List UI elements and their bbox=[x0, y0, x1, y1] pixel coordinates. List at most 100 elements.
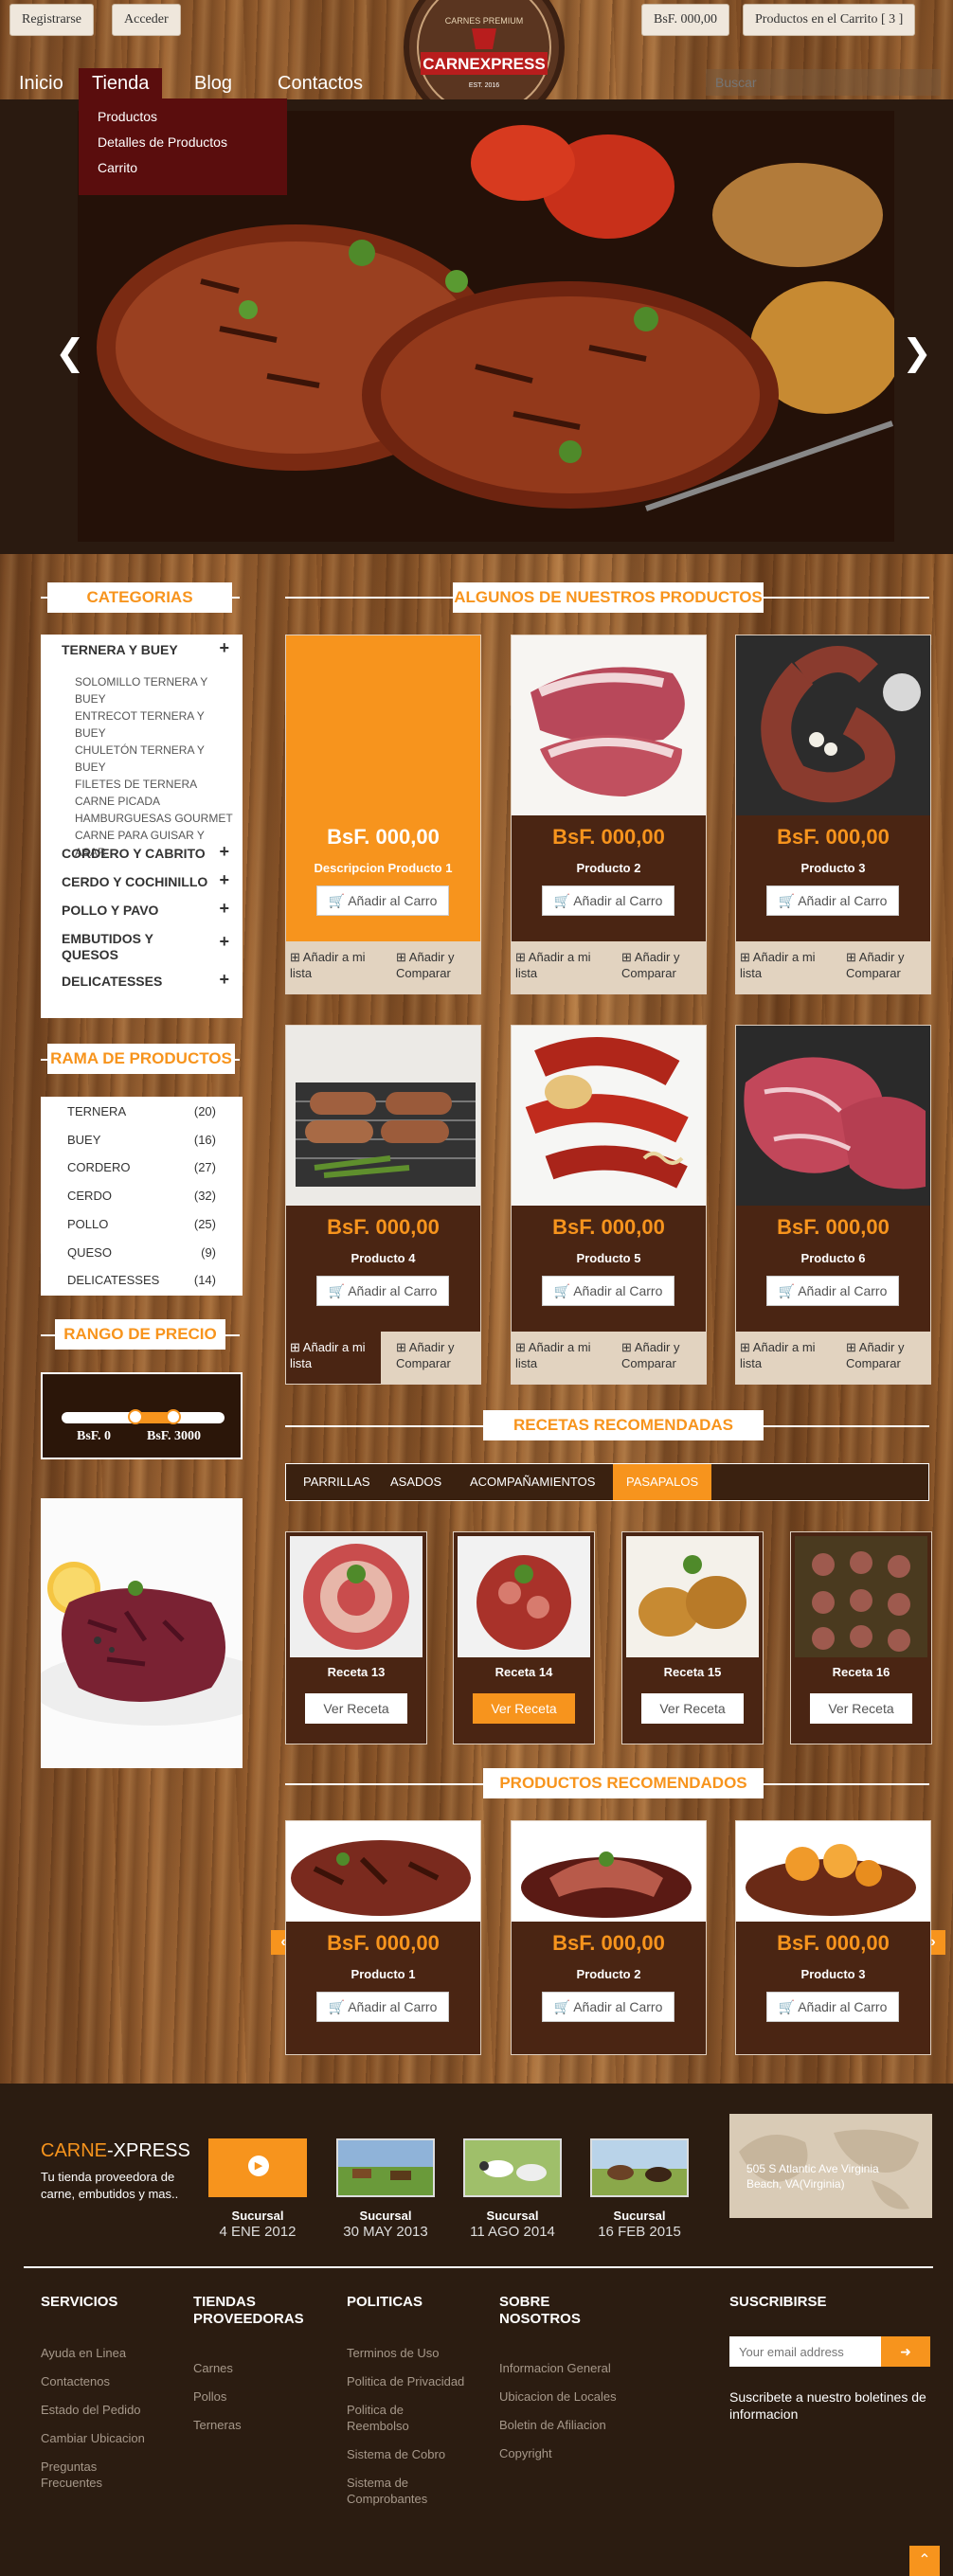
footer-link[interactable]: Sistema de Comprobantes bbox=[347, 2475, 432, 2507]
chevron-left-icon[interactable]: ❮ bbox=[55, 331, 85, 373]
nav-item-contactos[interactable]: Contactos bbox=[278, 68, 363, 98]
cart-total[interactable]: BsF. 000,00 bbox=[641, 4, 729, 36]
footer-link[interactable]: Informacion General bbox=[499, 2360, 641, 2376]
footer-link[interactable]: Terneras bbox=[193, 2417, 326, 2433]
recipe-name[interactable]: Receta 15 bbox=[622, 1665, 763, 1679]
product-card[interactable]: BsF. 000,00 Producto 2 🛒 Añadir al Carro… bbox=[511, 635, 707, 994]
recipe-name[interactable]: Receta 14 bbox=[454, 1665, 594, 1679]
dropdown-item-detalles[interactable]: Detalles de Productos bbox=[79, 130, 287, 155]
plus-icon[interactable]: + bbox=[219, 899, 229, 919]
subcategory-item[interactable]: CARNE PICADA bbox=[75, 793, 236, 810]
sidebar-promo-image[interactable] bbox=[41, 1498, 243, 1768]
product-image[interactable] bbox=[512, 1026, 706, 1206]
footer-link[interactable]: Pollos bbox=[193, 2388, 326, 2405]
footer-link[interactable]: Preguntas Frecuentes bbox=[41, 2459, 135, 2491]
recipe-image[interactable] bbox=[458, 1536, 590, 1657]
branch-video[interactable]: ▶ bbox=[208, 2138, 307, 2197]
product-image[interactable] bbox=[736, 1026, 930, 1206]
plus-icon[interactable]: + bbox=[219, 870, 229, 890]
recipe-card[interactable]: Receta 16 Ver Receta bbox=[790, 1531, 932, 1744]
add-to-list-button[interactable]: ⊞ Añadir a mi lista bbox=[286, 949, 381, 981]
cart-button[interactable]: Productos en el Carrito [ 3 ] bbox=[743, 4, 916, 36]
product-image[interactable] bbox=[512, 1821, 706, 1922]
add-to-cart-button[interactable]: 🛒 Añadir al Carro bbox=[766, 1992, 899, 2022]
add-to-cart-button[interactable]: 🛒 Añadir al Carro bbox=[316, 1992, 449, 2022]
rama-item[interactable]: DELICATESSES (14) bbox=[67, 1273, 216, 1292]
branch-image[interactable] bbox=[336, 2138, 435, 2197]
product-name[interactable]: Descripcion Producto 1 bbox=[286, 861, 480, 875]
add-to-list-button[interactable]: ⊞ Añadir a mi lista bbox=[512, 1339, 606, 1371]
add-to-cart-button[interactable]: 🛒 Añadir al Carro bbox=[542, 1276, 674, 1306]
recipe-image[interactable] bbox=[626, 1536, 759, 1657]
scroll-top-button[interactable]: ⌃ bbox=[909, 2546, 940, 2576]
recipe-card[interactable]: Receta 15 Ver Receta bbox=[621, 1531, 764, 1744]
price-slider-handle-max[interactable] bbox=[166, 1409, 181, 1424]
product-name[interactable]: Producto 3 bbox=[736, 1967, 930, 1981]
compare-button[interactable]: ⊞ Añadir y Comparar bbox=[392, 949, 487, 981]
compare-button[interactable]: ⊞ Añadir y Comparar bbox=[618, 1339, 712, 1371]
product-name[interactable]: Producto 3 bbox=[736, 861, 930, 875]
rama-item[interactable]: BUEY (16) bbox=[67, 1133, 216, 1152]
subcategory-item[interactable]: SOLOMILLO TERNERA Y BUEY bbox=[75, 673, 236, 707]
product-image[interactable] bbox=[286, 1821, 480, 1922]
footer-link[interactable]: Carnes bbox=[193, 2360, 326, 2376]
product-name[interactable]: Producto 6 bbox=[736, 1251, 930, 1265]
add-to-cart-button[interactable]: 🛒 Añadir al Carro bbox=[766, 1276, 899, 1306]
ver-receta-button[interactable]: Ver Receta bbox=[641, 1693, 744, 1724]
add-to-cart-button[interactable]: 🛒 Añadir al Carro bbox=[542, 886, 674, 916]
add-to-list-button[interactable]: ⊞ Añadir a mi lista bbox=[736, 1339, 831, 1371]
nav-item-tienda[interactable]: Tienda ⌵ bbox=[79, 68, 163, 122]
category-cordero[interactable]: CORDERO Y CABRITO bbox=[62, 846, 206, 861]
map-widget[interactable]: 505 S Atlantic Ave Virginia Beach, VA(Vi… bbox=[729, 2114, 932, 2218]
footer-link[interactable]: Sistema de Cobro bbox=[347, 2446, 479, 2462]
subcategory-item[interactable]: CHULETÓN TERNERA Y BUEY bbox=[75, 742, 236, 776]
add-to-cart-button[interactable]: 🛒 Añadir al Carro bbox=[316, 886, 449, 916]
add-to-list-button[interactable]: ⊞ Añadir a mi lista bbox=[286, 1332, 381, 1384]
plus-icon[interactable]: + bbox=[219, 932, 229, 952]
recommended-card[interactable]: BsF. 000,00 Producto 3 🛒 Añadir al Carro bbox=[735, 1820, 931, 2055]
search-input[interactable] bbox=[706, 69, 941, 96]
category-cerdo[interactable]: CERDO Y COCHINILLO bbox=[62, 874, 207, 889]
rama-item[interactable]: TERNERA (20) bbox=[67, 1104, 216, 1123]
product-image[interactable] bbox=[286, 635, 480, 815]
product-name[interactable]: Producto 5 bbox=[512, 1251, 706, 1265]
recipe-image[interactable] bbox=[290, 1536, 423, 1657]
add-to-cart-button[interactable]: 🛒 Añadir al Carro bbox=[316, 1276, 449, 1306]
add-to-list-button[interactable]: ⊞ Añadir a mi lista bbox=[736, 949, 831, 981]
product-image[interactable] bbox=[286, 1026, 480, 1206]
product-image[interactable] bbox=[736, 1821, 930, 1922]
ver-receta-button[interactable]: Ver Receta bbox=[810, 1693, 912, 1724]
rama-item[interactable]: CORDERO (27) bbox=[67, 1160, 216, 1179]
category-pollo[interactable]: POLLO Y PAVO bbox=[62, 903, 158, 918]
product-image[interactable] bbox=[512, 635, 706, 815]
footer-link[interactable]: Cambiar Ubicacion bbox=[41, 2430, 183, 2446]
add-to-cart-button[interactable]: 🛒 Añadir al Carro bbox=[766, 886, 899, 916]
product-name[interactable]: Producto 2 bbox=[512, 861, 706, 875]
plus-icon[interactable]: + bbox=[219, 638, 229, 658]
rama-item[interactable]: CERDO (32) bbox=[67, 1189, 216, 1208]
tab-asados[interactable]: ASADOS bbox=[377, 1464, 455, 1500]
category-embutidos[interactable]: EMBUTIDOS Y QUESOS bbox=[62, 931, 185, 963]
play-icon[interactable]: ▶ bbox=[248, 2156, 269, 2176]
product-name[interactable]: Producto 1 bbox=[286, 1967, 480, 1981]
recipe-card[interactable]: Receta 14 Ver Receta bbox=[453, 1531, 595, 1744]
ver-receta-button[interactable]: Ver Receta bbox=[305, 1693, 407, 1724]
footer-link[interactable]: Ayuda en Linea bbox=[41, 2345, 183, 2361]
email-field[interactable] bbox=[729, 2336, 881, 2367]
tab-pasapalos[interactable]: PASAPALOS bbox=[613, 1464, 712, 1500]
recommended-card[interactable]: BsF. 000,00 Producto 2 🛒 Añadir al Carro bbox=[511, 1820, 707, 2055]
chevron-right-icon[interactable]: ❯ bbox=[902, 331, 932, 373]
compare-button[interactable]: ⊞ Añadir y Comparar bbox=[842, 949, 937, 981]
add-to-cart-button[interactable]: 🛒 Añadir al Carro bbox=[542, 1992, 674, 2022]
recipe-name[interactable]: Receta 16 bbox=[791, 1665, 931, 1679]
login-button[interactable]: Acceder bbox=[112, 4, 181, 36]
subscribe-button[interactable]: ➜ bbox=[881, 2336, 930, 2367]
footer-brand[interactable]: CARNE-XPRESS bbox=[41, 2140, 190, 2162]
subcategory-item[interactable]: FILETES DE TERNERA bbox=[75, 776, 236, 793]
footer-link[interactable]: Estado del Pedido bbox=[41, 2402, 183, 2418]
product-card[interactable]: BsF. 000,00 Producto 6 🛒 Añadir al Carro… bbox=[735, 1025, 931, 1385]
dropdown-item-carrito[interactable]: Carrito bbox=[79, 155, 287, 181]
compare-button[interactable]: ⊞ Añadir y Comparar bbox=[392, 1339, 487, 1371]
category-delicatesses[interactable]: DELICATESSES bbox=[62, 974, 162, 989]
footer-link[interactable]: Boletin de Afiliacion bbox=[499, 2417, 641, 2433]
